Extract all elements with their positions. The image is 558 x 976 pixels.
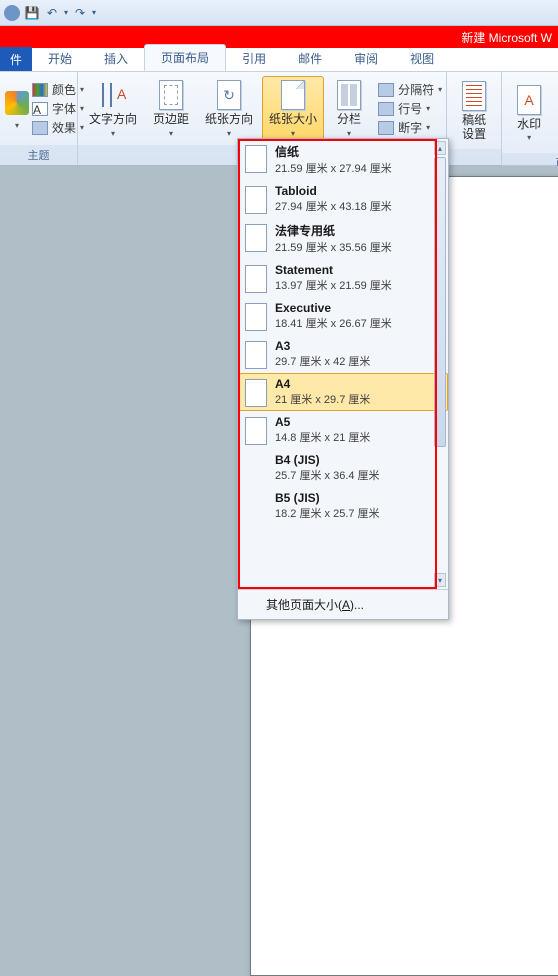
page-thumb-icon	[245, 265, 267, 293]
paper-dim: 18.41 厘米 x 26.67 厘米	[275, 315, 392, 331]
orientation-button[interactable]: 纸张方向▾	[198, 76, 260, 140]
tab-home[interactable]: 开始	[32, 46, 88, 71]
paper-size-option[interactable]: 信纸21.59 厘米 x 27.94 厘米	[239, 139, 448, 180]
word-icon[interactable]	[4, 5, 20, 21]
paper-name: 法律专用纸	[275, 222, 392, 239]
undo-icon[interactable]: ↶	[44, 5, 60, 21]
tab-view[interactable]: 视图	[394, 46, 450, 71]
paper-name: A5	[275, 415, 370, 429]
paper-dim: 18.2 厘米 x 25.7 厘米	[275, 505, 380, 521]
watermark-button[interactable]: A 水印▾	[506, 81, 552, 145]
scroll-up-icon[interactable]: ▴	[434, 141, 446, 155]
group-theme: ▾ 颜色▾ A字体▾ 效果▾ 主题	[0, 72, 78, 165]
paper-name: B4 (JIS)	[275, 453, 380, 467]
paper-dim: 14.8 厘米 x 21 厘米	[275, 429, 370, 445]
scroll-down-icon[interactable]: ▾	[434, 573, 446, 587]
theme-fonts[interactable]: A字体▾	[32, 100, 84, 117]
margins-button[interactable]: 页边距▾	[146, 76, 196, 140]
page-thumb-icon	[245, 417, 267, 445]
paper-size-option[interactable]: A514.8 厘米 x 21 厘米	[239, 411, 448, 449]
paper-size-option[interactable]: B5 (JIS)18.2 厘米 x 25.7 厘米	[239, 487, 448, 525]
save-icon[interactable]: 💾	[24, 5, 40, 21]
themes-button[interactable]: ▾	[4, 84, 30, 133]
paper-dim: 29.7 厘米 x 42 厘米	[275, 353, 370, 369]
tab-page-layout[interactable]: 页面布局	[144, 44, 226, 71]
paper-size-option[interactable]: 法律专用纸21.59 厘米 x 35.56 厘米	[239, 218, 448, 259]
page-color-button[interactable]: 页面颜色▾	[554, 74, 558, 151]
paper-size-option[interactable]: B4 (JIS)25.7 厘米 x 36.4 厘米	[239, 449, 448, 487]
paper-name: A4	[275, 377, 370, 391]
paper-name: B5 (JIS)	[275, 491, 380, 505]
page-thumb-icon	[245, 186, 267, 214]
dropdown-scrollbar[interactable]: ▴ ▾	[434, 141, 446, 587]
page-thumb-icon	[245, 303, 267, 331]
paper-name: Statement	[275, 263, 392, 277]
paper-dim: 21.59 厘米 x 35.56 厘米	[275, 239, 392, 255]
undo-arrow-icon[interactable]: ▾	[64, 8, 68, 17]
tab-insert[interactable]: 插入	[88, 46, 144, 71]
scroll-thumb[interactable]	[434, 157, 446, 447]
paper-name: Tabloid	[275, 184, 392, 198]
paper-size-list: 信纸21.59 厘米 x 27.94 厘米Tabloid27.94 厘米 x 4…	[239, 139, 448, 589]
paper-dim: 21.59 厘米 x 27.94 厘米	[275, 160, 392, 176]
group-theme-label: 主题	[0, 145, 77, 165]
paper-name: A3	[275, 339, 370, 353]
paper-dim: 21 厘米 x 29.7 厘米	[275, 391, 370, 407]
tab-references[interactable]: 引用	[226, 46, 282, 71]
ribbon-tabs: 件 开始 插入 页面布局 引用 邮件 审阅 视图	[0, 48, 558, 72]
paper-size-option[interactable]: A329.7 厘米 x 42 厘米	[239, 335, 448, 373]
theme-effects[interactable]: 效果▾	[32, 119, 84, 136]
title-bar: 新建 Microsoft W	[0, 26, 558, 48]
paper-size-button[interactable]: 纸张大小▾	[262, 76, 324, 140]
line-numbers-button[interactable]: 行号▾	[378, 100, 442, 117]
paper-name: Executive	[275, 301, 392, 315]
paper-dim: 25.7 厘米 x 36.4 厘米	[275, 467, 380, 483]
paper-size-option[interactable]: Executive18.41 厘米 x 26.67 厘米	[239, 297, 448, 335]
tab-mail[interactable]: 邮件	[282, 46, 338, 71]
page-thumb-icon	[245, 224, 267, 252]
paper-size-option[interactable]: A421 厘米 x 29.7 厘米	[239, 373, 448, 411]
group-manuscript: 稿纸设置	[447, 72, 502, 165]
quick-access-toolbar: 💾 ↶ ▾ ↷ ▾	[0, 0, 558, 26]
qat-customize-icon[interactable]: ▾	[92, 8, 96, 17]
paper-dim: 27.94 厘米 x 43.18 厘米	[275, 198, 392, 214]
group-page-background: A 水印▾ 页面颜色▾ 页 页面背景	[502, 72, 558, 165]
page-thumb-icon	[245, 341, 267, 369]
columns-button[interactable]: 分栏▾	[326, 76, 372, 140]
paper-size-option[interactable]: Tabloid27.94 厘米 x 43.18 厘米	[239, 180, 448, 218]
paper-name: 信纸	[275, 143, 392, 160]
window-title: 新建 Microsoft W	[461, 29, 552, 46]
redo-icon[interactable]: ↷	[72, 5, 88, 21]
paper-size-option[interactable]: Statement13.97 厘米 x 21.59 厘米	[239, 259, 448, 297]
hyphenation-button[interactable]: 断字▾	[378, 119, 442, 136]
manuscript-button[interactable]: 稿纸设置	[451, 77, 497, 143]
page-thumb-icon	[245, 145, 267, 173]
svg-text:A: A	[117, 86, 127, 102]
theme-colors[interactable]: 颜色▾	[32, 81, 84, 98]
tab-review[interactable]: 审阅	[338, 46, 394, 71]
more-paper-sizes[interactable]: 其他页面大小(A)...	[238, 589, 448, 619]
page-setup-small: 分隔符▾ 行号▾ 断字▾	[378, 81, 442, 136]
text-direction-button[interactable]: A 文字方向▾	[82, 76, 144, 140]
paper-size-dropdown: 信纸21.59 厘米 x 27.94 厘米Tabloid27.94 厘米 x 4…	[237, 138, 449, 620]
tab-file[interactable]: 件	[0, 47, 32, 71]
breaks-button[interactable]: 分隔符▾	[378, 81, 442, 98]
scroll-track[interactable]	[434, 157, 446, 571]
paper-dim: 13.97 厘米 x 21.59 厘米	[275, 277, 392, 293]
page-thumb-icon	[245, 379, 267, 407]
theme-options: 颜色▾ A字体▾ 效果▾	[32, 81, 84, 136]
